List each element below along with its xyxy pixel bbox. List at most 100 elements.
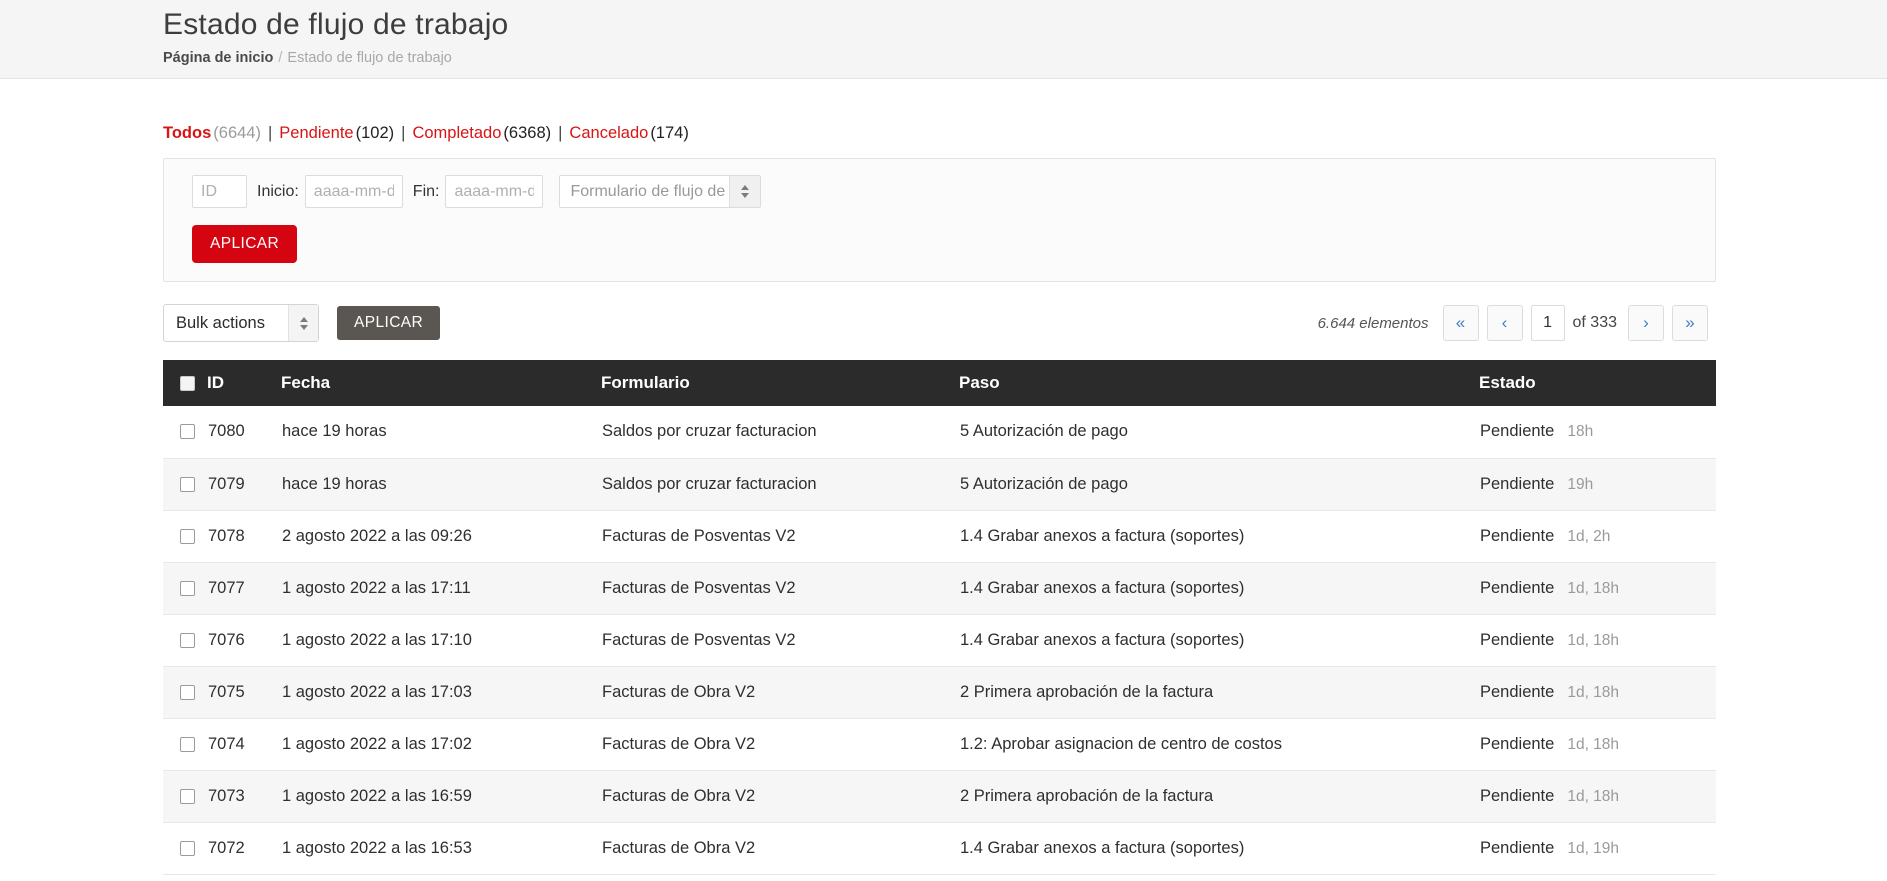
cell-fecha: 1 agosto 2022 a las 16:53 (281, 822, 601, 875)
row-select-checkbox[interactable] (180, 736, 195, 752)
column-header-paso[interactable]: Paso (959, 360, 1479, 406)
row-select-checkbox[interactable] (180, 632, 195, 648)
column-header-fecha[interactable]: Fecha (281, 360, 601, 406)
row-select-checkbox[interactable] (180, 840, 195, 856)
filter-form-select[interactable]: Formulario de flujo de (559, 175, 762, 208)
table-header: ID Fecha Formulario Paso Estado (163, 360, 1716, 406)
row-select-checkbox[interactable] (180, 424, 195, 440)
cell-paso: 1.4 Grabar anexos a factura (soportes) (959, 562, 1479, 615)
cell-fecha: hace 19 horas (281, 406, 601, 459)
table-row[interactable]: 7074 1 agosto 2022 a las 17:02 Facturas de… (163, 718, 1716, 771)
page-header: Estado de flujo de trabajo Página de ini… (0, 0, 1887, 79)
row-select-cell (163, 770, 207, 823)
chevron-updown-icon[interactable] (729, 176, 761, 207)
column-header-id[interactable]: ID (207, 360, 281, 406)
filter-apply-button[interactable]: APLICAR (192, 225, 298, 263)
status-badge: Pendiente (1480, 630, 1555, 649)
cell-id: 7074 (207, 718, 281, 771)
status-count-completado: (6368) (503, 124, 552, 142)
cell-id: 7072 (207, 822, 281, 875)
row-select-cell (163, 510, 207, 563)
cell-id: 7080 (207, 406, 281, 459)
status-badge: Pendiente (1480, 734, 1555, 753)
bulk-actions-select[interactable]: Bulk actions (163, 304, 319, 342)
filter-start-label: Inicio: (257, 182, 299, 200)
cell-estado: Pendiente 1d, 2h (1479, 510, 1716, 563)
table-row[interactable]: 7075 1 agosto 2022 a las 17:03 Facturas de… (163, 666, 1716, 719)
cell-id: 7077 (207, 562, 281, 615)
cell-paso: 1.2: Aprobar asignacion de centro de cos… (959, 718, 1479, 771)
table-header-row: ID Fecha Formulario Paso Estado (163, 360, 1716, 406)
last-page-button[interactable]: » (1672, 305, 1708, 341)
cell-paso: 2 Primera aprobación de la factura (959, 666, 1479, 719)
cell-age: 18h (1567, 423, 1594, 441)
row-select-cell (163, 614, 207, 667)
pagination-item-count: 6.644 elementos (1317, 314, 1429, 332)
cell-estado: Pendiente 1d, 18h (1479, 614, 1716, 667)
select-all-header (163, 360, 207, 406)
main-content: Todos (6644) | Pendiente (102) | Completado (63… (0, 79, 1887, 875)
table-row[interactable]: 7079 hace 19 horas Saldos por cruzar factu… (163, 458, 1716, 511)
filter-id-input[interactable] (192, 175, 247, 208)
cell-estado: Pendiente 1d, 18h (1479, 666, 1716, 719)
status-badge: Pendiente (1480, 422, 1555, 441)
status-separator-2: | (401, 124, 406, 142)
next-page-button[interactable]: › (1628, 305, 1664, 341)
cell-age: 1d, 18h (1567, 579, 1620, 597)
table-row[interactable]: 7078 2 agosto 2022 a las 09:26 Facturas de… (163, 510, 1716, 563)
status-link-completado[interactable]: Completado (412, 124, 501, 142)
status-badge: Pendiente (1480, 682, 1555, 701)
cell-estado: Pendiente 1d, 18h (1479, 770, 1716, 823)
pagination: 6.644 elementos « ‹ of 333 › » (1318, 305, 1716, 341)
column-header-estado[interactable]: Estado (1479, 360, 1716, 406)
row-select-cell (163, 562, 207, 615)
cell-fecha: hace 19 horas (281, 458, 601, 511)
page-number-input[interactable] (1530, 305, 1565, 341)
row-select-checkbox[interactable] (180, 528, 195, 544)
bulk-apply-button[interactable]: APLICAR (337, 306, 441, 340)
cell-age: 1d, 18h (1567, 683, 1620, 701)
filter-row: Inicio: Fin: Formulario de flujo de (192, 175, 1715, 208)
breadcrumb-separator: / (278, 50, 283, 66)
table-row[interactable]: 7080 hace 19 horas Saldos por cruzar factu… (163, 406, 1716, 459)
filter-start-date-input[interactable] (304, 175, 403, 208)
row-select-checkbox[interactable] (180, 788, 195, 804)
pagination-total-label: of 333 (1572, 314, 1617, 331)
row-select-checkbox[interactable] (180, 684, 195, 700)
cell-formulario: Facturas de Obra V2 (601, 770, 959, 823)
chevron-updown-icon[interactable] (288, 305, 318, 341)
cell-paso: 5 Autorización de pago (959, 406, 1479, 459)
cell-estado: Pendiente 19h (1479, 458, 1716, 511)
table-row[interactable]: 7072 1 agosto 2022 a las 16:53 Facturas de… (163, 822, 1716, 875)
filter-end-label: Fin: (412, 182, 440, 200)
cell-fecha: 1 agosto 2022 a las 17:02 (281, 718, 601, 771)
table-row[interactable]: 7073 1 agosto 2022 a las 16:59 Facturas de… (163, 770, 1716, 823)
status-separator-3: | (558, 124, 563, 142)
cell-estado: Pendiente 1d, 19h (1479, 822, 1716, 875)
cell-age: 1d, 19h (1567, 839, 1620, 857)
select-all-checkbox[interactable] (180, 376, 195, 392)
row-select-checkbox[interactable] (180, 580, 195, 596)
cell-formulario: Facturas de Obra V2 (601, 822, 959, 875)
first-page-button[interactable]: « (1442, 305, 1479, 341)
cell-fecha: 1 agosto 2022 a las 17:03 (281, 666, 601, 719)
table-row[interactable]: 7077 1 agosto 2022 a las 17:11 Facturas de… (163, 562, 1716, 615)
status-separator-1: | (267, 124, 273, 142)
status-link-pendiente[interactable]: Pendiente (279, 124, 353, 142)
filter-end-date-input[interactable] (445, 175, 544, 208)
breadcrumb-home-link[interactable]: Página de inicio (163, 50, 273, 66)
column-header-formulario[interactable]: Formulario (601, 360, 959, 406)
cell-formulario: Saldos por cruzar facturacion (601, 458, 959, 511)
status-badge: Pendiente (1480, 526, 1555, 545)
status-link-cancelado[interactable]: Cancelado (569, 124, 648, 142)
table-row[interactable]: 7076 1 agosto 2022 a las 17:10 Facturas de… (163, 614, 1716, 667)
prev-page-button[interactable]: ‹ (1486, 305, 1523, 341)
status-link-todos[interactable]: Todos (163, 124, 211, 142)
cell-id: 7075 (207, 666, 281, 719)
cell-paso: 2 Primera aprobación de la factura (959, 770, 1479, 823)
row-select-checkbox[interactable] (180, 476, 195, 492)
cell-age: 1d, 2h (1567, 527, 1611, 545)
cell-formulario: Saldos por cruzar facturacion (601, 406, 959, 459)
cell-formulario: Facturas de Posventas V2 (601, 562, 959, 615)
cell-fecha: 2 agosto 2022 a las 09:26 (281, 510, 601, 563)
